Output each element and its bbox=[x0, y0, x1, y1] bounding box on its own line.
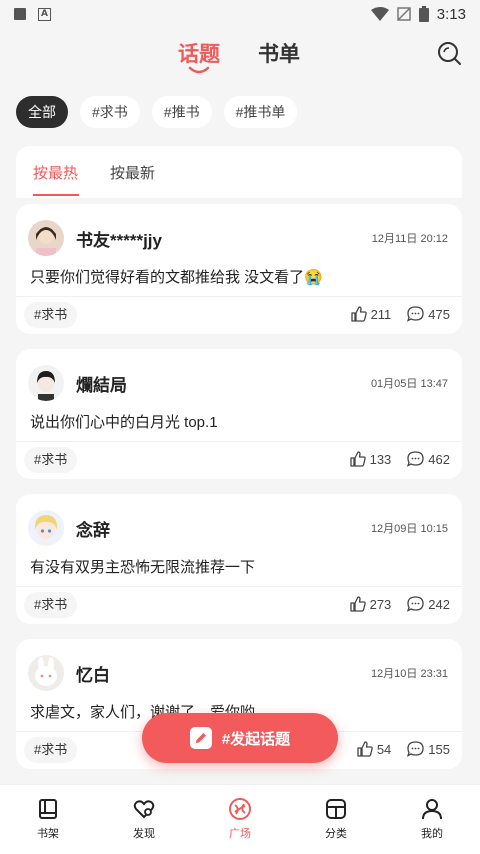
a-icon: A bbox=[38, 7, 51, 21]
nav-bookshelf[interactable]: 书架 bbox=[0, 785, 96, 854]
nav-profile[interactable]: 我的 bbox=[384, 785, 480, 854]
nav-category[interactable]: 分类 bbox=[288, 785, 384, 854]
comment-button[interactable]: 242 bbox=[407, 596, 450, 612]
active-tab-indicator bbox=[188, 66, 210, 74]
plaza-icon bbox=[229, 798, 251, 820]
nav-label: 分类 bbox=[325, 828, 347, 840]
filter-all[interactable]: 全部 bbox=[16, 96, 68, 128]
divider bbox=[16, 441, 462, 442]
profile-icon bbox=[422, 799, 442, 820]
comment-icon bbox=[407, 596, 424, 612]
comment-count: 462 bbox=[428, 451, 450, 467]
like-count: 54 bbox=[376, 741, 392, 757]
start-topic-label: #发起话题 bbox=[221, 730, 291, 748]
comment-button[interactable]: 155 bbox=[407, 741, 450, 757]
nav-plaza[interactable]: 广场 bbox=[192, 785, 288, 854]
comment-icon bbox=[407, 741, 424, 757]
post-author[interactable]: 忆白 bbox=[76, 661, 110, 686]
comment-count: 475 bbox=[428, 306, 450, 322]
thumbs-up-icon bbox=[349, 451, 366, 467]
thumbs-up-icon bbox=[349, 596, 366, 612]
post-card[interactable]: 书友*****jjy 12月11日 20:12 只要你们觉得好看的文都推给我 没… bbox=[16, 204, 462, 334]
post-tag[interactable]: #求书 bbox=[24, 592, 78, 618]
sort-newest[interactable]: 按最新 bbox=[110, 162, 155, 183]
post-tag[interactable]: #求书 bbox=[24, 737, 78, 763]
start-topic-button[interactable]: #发起话题 bbox=[142, 713, 338, 763]
comment-icon bbox=[407, 451, 424, 467]
post-stats: 54 155 bbox=[357, 741, 450, 757]
thumbs-up-icon bbox=[350, 306, 367, 322]
comment-icon bbox=[407, 306, 424, 322]
filter-recommend-lists[interactable]: #推书单 bbox=[223, 96, 298, 128]
sort-tabs: 按最热 按最新 bbox=[16, 146, 462, 198]
tab-booklists[interactable]: 书单 bbox=[258, 38, 300, 68]
post-tag[interactable]: #求书 bbox=[24, 447, 78, 473]
nav-discover[interactable]: 发现 bbox=[96, 785, 192, 854]
book-icon bbox=[39, 799, 57, 819]
wifi-icon bbox=[370, 7, 389, 21]
like-button[interactable]: 54 bbox=[357, 741, 391, 757]
post-time: 01月05日 13:47 bbox=[370, 378, 448, 390]
post-tag[interactable]: #求书 bbox=[24, 302, 78, 328]
no-signal-icon bbox=[397, 7, 411, 21]
battery-icon bbox=[418, 6, 429, 22]
nav-label: 我的 bbox=[421, 828, 443, 840]
avatar[interactable] bbox=[28, 220, 64, 256]
avatar[interactable] bbox=[28, 365, 64, 401]
divider bbox=[16, 586, 462, 587]
filter-recommend-books[interactable]: #推书 bbox=[151, 96, 212, 128]
post-stats: 273 242 bbox=[349, 596, 450, 612]
like-button[interactable]: 133 bbox=[349, 451, 392, 467]
post-author[interactable]: 念辞 bbox=[76, 516, 110, 541]
comment-count: 242 bbox=[428, 596, 450, 612]
category-icon bbox=[326, 799, 346, 819]
pencil-icon bbox=[189, 727, 212, 749]
top-nav: 话题 书单 bbox=[0, 28, 480, 78]
post-card[interactable]: 爛結局 01月05日 13:47 说出你们心中的白月光 top.1 #求书 13… bbox=[16, 349, 462, 479]
nav-label: 书架 bbox=[37, 828, 59, 840]
avatar[interactable] bbox=[28, 655, 64, 691]
tab-topics[interactable]: 话题 bbox=[178, 38, 220, 68]
comment-button[interactable]: 475 bbox=[407, 306, 450, 322]
post-author[interactable]: 爛結局 bbox=[76, 371, 127, 396]
status-bar: A 3:13 bbox=[0, 0, 480, 28]
bottom-nav: 书架 发现 广场 分类 我的 bbox=[0, 784, 480, 854]
divider bbox=[16, 296, 462, 297]
discover-icon bbox=[133, 800, 155, 819]
post-time: 12月09日 10:15 bbox=[370, 523, 448, 535]
nav-label: 发现 bbox=[133, 828, 155, 840]
status-time: 3:13 bbox=[436, 5, 466, 23]
comment-button[interactable]: 462 bbox=[407, 451, 450, 467]
comment-count: 155 bbox=[428, 741, 450, 757]
post-author[interactable]: 书友*****jjy bbox=[76, 226, 162, 251]
post-time: 12月10日 23:31 bbox=[370, 668, 448, 680]
post-time: 12月11日 20:12 bbox=[371, 233, 448, 245]
like-count: 211 bbox=[370, 306, 392, 322]
filter-chips: 全部 #求书 #推书 #推书单 bbox=[16, 96, 298, 128]
sort-active-indicator bbox=[33, 194, 79, 196]
like-button[interactable]: 273 bbox=[349, 596, 392, 612]
post-card[interactable]: 念辞 12月09日 10:15 有没有双男主恐怖无限流推荐一下 #求书 273 … bbox=[16, 494, 462, 624]
like-count: 133 bbox=[369, 451, 392, 467]
post-text[interactable]: 只要你们觉得好看的文都推给我 没文看了😭 bbox=[30, 266, 323, 287]
post-stats: 133 462 bbox=[349, 451, 450, 467]
filter-request-books[interactable]: #求书 bbox=[80, 96, 140, 128]
thumbs-up-icon bbox=[357, 741, 373, 757]
notification-icon bbox=[14, 8, 26, 20]
avatar[interactable] bbox=[28, 510, 64, 546]
sort-hottest[interactable]: 按最热 bbox=[33, 162, 78, 183]
like-button[interactable]: 211 bbox=[350, 306, 392, 322]
post-text[interactable]: 说出你们心中的白月光 top.1 bbox=[30, 411, 218, 432]
post-text[interactable]: 有没有双男主恐怖无限流推荐一下 bbox=[30, 556, 255, 577]
nav-label: 广场 bbox=[229, 828, 251, 840]
search-icon[interactable] bbox=[436, 40, 462, 66]
post-stats: 211 475 bbox=[350, 306, 450, 322]
like-count: 273 bbox=[369, 596, 392, 612]
